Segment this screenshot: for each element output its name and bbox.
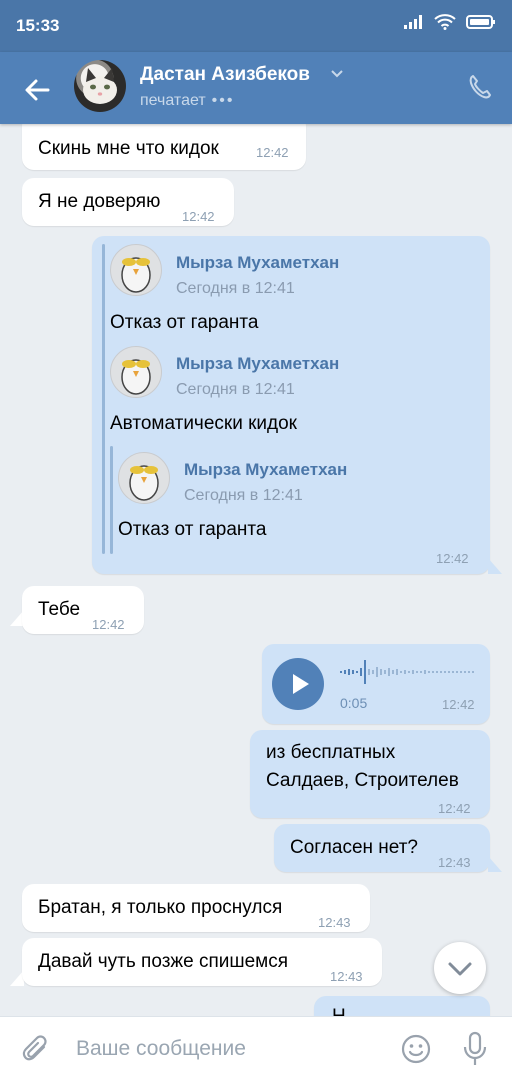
message-list[interactable]: Скинь мне что кидок 12:42 Я не доверяю 1… <box>0 124 512 1016</box>
emoji-icon[interactable] <box>400 1033 432 1065</box>
typing-label: печатает <box>140 92 206 109</box>
outgoing-message[interactable]: Согласен нет? 12:43 <box>274 824 490 872</box>
message-input[interactable]: Ваше сообщение <box>76 1037 246 1061</box>
outgoing-message[interactable]: из бесплатных Салдаев, Строителев 12:42 <box>250 730 490 818</box>
signal-icon <box>404 15 422 29</box>
attach-icon[interactable] <box>22 1033 50 1065</box>
forward-text: Отказ от гаранта <box>110 312 259 333</box>
message-text-fragment: H <box>332 1004 346 1016</box>
message-time: 12:43 <box>330 969 363 984</box>
battery-icon <box>466 15 495 29</box>
incoming-message[interactable]: Я не доверяю 12:42 <box>22 178 234 226</box>
forward-date: Сегодня в 12:41 <box>176 280 295 297</box>
message-text: Скинь мне что кидок <box>38 138 219 159</box>
forward-date: Сегодня в 12:41 <box>184 487 303 504</box>
message-text-line: из бесплатных <box>266 742 396 763</box>
outgoing-forwarded-message[interactable]: Мырза Мухаметхан Сегодня в 12:41 Отказ о… <box>92 236 490 574</box>
cat-photo <box>83 68 117 104</box>
message-time: 12:42 <box>182 209 215 224</box>
chevron-down-icon[interactable] <box>330 69 344 79</box>
contact-name[interactable]: Дастан Азизбеков <box>140 64 310 86</box>
forward-author[interactable]: Мырза Мухаметхан <box>184 457 347 483</box>
bubble-tail <box>488 856 502 872</box>
message-time: 12:42 <box>92 617 125 632</box>
message-text: Братан, я только проснулся <box>38 897 283 918</box>
forward-date: Сегодня в 12:41 <box>176 381 295 398</box>
status-bar: 15:33 <box>0 0 512 52</box>
penguin-avatar-icon <box>129 465 159 501</box>
message-time: 12:42 <box>442 697 475 712</box>
voice-duration: 0:05 <box>340 695 368 711</box>
forward-text: Автоматически кидок <box>110 413 297 434</box>
wifi-icon <box>434 14 456 30</box>
scroll-down-button[interactable] <box>434 942 486 994</box>
message-time: 12:42 <box>436 551 469 566</box>
message-text-line: Салдаев, Строителев <box>266 770 459 791</box>
forward-author[interactable]: Мырза Мухаметхан <box>176 351 339 377</box>
nested-forward-bar <box>110 446 113 554</box>
typing-status: печатает ••• <box>140 92 234 110</box>
forward-avatar[interactable] <box>110 244 162 296</box>
forward-author[interactable]: Мырза Мухаметхан <box>176 250 339 276</box>
status-icons <box>404 14 496 30</box>
forward-text: Отказ от гаранта <box>118 519 267 540</box>
incoming-message[interactable]: Тебе 12:42 <box>22 586 144 634</box>
penguin-avatar-icon <box>121 257 151 293</box>
message-time: 12:42 <box>256 145 289 160</box>
play-icon <box>293 674 309 694</box>
message-text: Согласен нет? <box>290 837 418 858</box>
chat-header: Дастан Азизбеков печатает ••• <box>0 52 512 124</box>
message-time: 12:42 <box>438 801 471 816</box>
back-arrow-icon[interactable] <box>18 70 58 110</box>
message-text: Я не доверяю <box>38 191 161 212</box>
penguin-avatar-icon <box>121 359 151 395</box>
typing-dots: ••• <box>211 92 235 109</box>
play-button[interactable] <box>272 658 324 710</box>
avatar[interactable] <box>74 60 126 112</box>
outgoing-message[interactable]: H <box>314 996 490 1016</box>
forward-bar <box>102 244 105 554</box>
message-time: 12:43 <box>318 915 351 930</box>
message-composer: Ваше сообщение <box>0 1016 512 1081</box>
incoming-message[interactable]: Братан, я только проснулся 12:43 <box>22 884 370 932</box>
scroll-down-icon <box>448 962 472 976</box>
phone-icon[interactable] <box>468 74 492 100</box>
message-time: 12:43 <box>438 855 471 870</box>
forward-avatar[interactable] <box>110 346 162 398</box>
incoming-message[interactable]: Давай чуть позже спишемся 12:43 <box>22 938 382 986</box>
voice-message[interactable]: 0:05 12:42 <box>262 644 490 724</box>
status-time: 15:33 <box>16 16 60 35</box>
forward-avatar[interactable] <box>118 452 170 504</box>
bubble-tail <box>488 558 502 574</box>
message-text: Давай чуть позже спишемся <box>38 951 289 972</box>
incoming-message[interactable]: Скинь мне что кидок 12:42 <box>22 124 306 170</box>
microphone-icon[interactable] <box>462 1031 488 1067</box>
waveform[interactable] <box>340 660 480 684</box>
message-text: Тебе <box>38 599 81 620</box>
